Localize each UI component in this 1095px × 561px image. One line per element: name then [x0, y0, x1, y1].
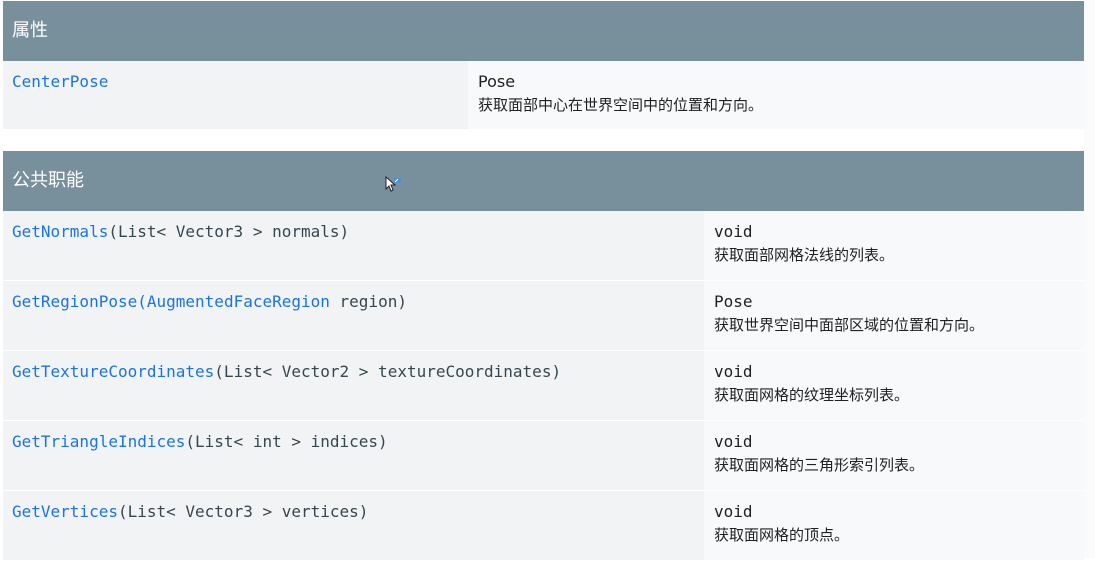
- function-description: 获取面部网格法线的列表。: [714, 246, 895, 264]
- return-type: void: [714, 222, 753, 241]
- function-signature-cell: GetTextureCoordinates(List< Vector2 > te…: [3, 351, 704, 420]
- function-signature: region): [329, 292, 407, 311]
- property-description: 获取面部中心在世界空间中的位置和方向。: [478, 96, 764, 114]
- function-detail-cell: Pose 获取世界空间中面部区域的位置和方向。: [704, 281, 1084, 350]
- getvertices-link[interactable]: GetVertices: [12, 502, 118, 521]
- function-description: 获取世界空间中面部区域的位置和方向。: [714, 316, 985, 334]
- return-type: Pose: [714, 292, 753, 311]
- return-type: void: [714, 502, 753, 521]
- property-row-centerpose: CenterPose Pose 获取面部中心在世界空间中的位置和方向。: [3, 61, 1084, 130]
- function-signature-cell: GetRegionPose(AugmentedFaceRegion region…: [3, 281, 704, 350]
- function-signature-cell: GetNormals(List< Vector3 > normals): [3, 211, 704, 280]
- functions-heading: 公共职能: [3, 151, 1084, 211]
- function-row-gettriangleindices: GetTriangleIndices(List< int > indices) …: [3, 421, 1084, 491]
- function-detail-cell: void 获取面网格的三角形索引列表。: [704, 421, 1084, 490]
- function-detail-cell: void 获取面部网格法线的列表。: [704, 211, 1084, 280]
- function-description: 获取面网格的纹理坐标列表。: [714, 386, 910, 404]
- vertical-scrollbar[interactable]: [1084, 0, 1095, 558]
- properties-table: 属性 CenterPose Pose 获取面部中心在世界空间中的位置和方向。: [3, 1, 1084, 130]
- function-signature-cell: GetTriangleIndices(List< int > indices): [3, 421, 704, 490]
- function-description: 获取面网格的三角形索引列表。: [714, 456, 925, 474]
- function-signature: (List< Vector2 > textureCoordinates): [214, 362, 562, 381]
- functions-table: 公共职能 GetNormals(List< Vector3 > normals)…: [3, 151, 1084, 561]
- property-detail-cell: Pose 获取面部中心在世界空间中的位置和方向。: [468, 61, 1084, 129]
- augmentedfaceregion-link[interactable]: AugmentedFaceRegion: [147, 292, 330, 311]
- function-detail-cell: void 获取面网格的顶点。: [704, 491, 1084, 560]
- gettriangleindices-link[interactable]: GetTriangleIndices: [12, 432, 185, 451]
- function-detail-cell: void 获取面网格的纹理坐标列表。: [704, 351, 1084, 420]
- function-signature-cell: GetVertices(List< Vector3 > vertices): [3, 491, 704, 560]
- function-signature: (List< Vector3 > vertices): [117, 502, 369, 521]
- function-signature: (List< Vector3 > normals): [108, 222, 350, 241]
- signature-open-paren: (: [137, 292, 147, 311]
- properties-heading: 属性: [3, 1, 1084, 61]
- mouse-pointer-icon: [385, 176, 401, 192]
- function-signature: (List< int > indices): [185, 432, 388, 451]
- function-row-getvertices: GetVertices(List< Vector3 > vertices) vo…: [3, 491, 1084, 561]
- function-row-getnormals: GetNormals(List< Vector3 > normals) void…: [3, 211, 1084, 281]
- property-name-cell: CenterPose: [3, 61, 468, 129]
- return-type: void: [714, 362, 753, 381]
- function-row-getregionpose: GetRegionPose(AugmentedFaceRegion region…: [3, 281, 1084, 351]
- gettexturecoordinates-link[interactable]: GetTextureCoordinates: [12, 362, 214, 381]
- getnormals-link[interactable]: GetNormals: [12, 222, 108, 241]
- centerpose-link[interactable]: CenterPose: [12, 72, 108, 91]
- property-type: Pose: [478, 72, 516, 91]
- return-type: void: [714, 432, 753, 451]
- function-row-gettexturecoordinates: GetTextureCoordinates(List< Vector2 > te…: [3, 351, 1084, 421]
- getregionpose-link[interactable]: GetRegionPose: [12, 292, 137, 311]
- function-description: 获取面网格的顶点。: [714, 526, 850, 544]
